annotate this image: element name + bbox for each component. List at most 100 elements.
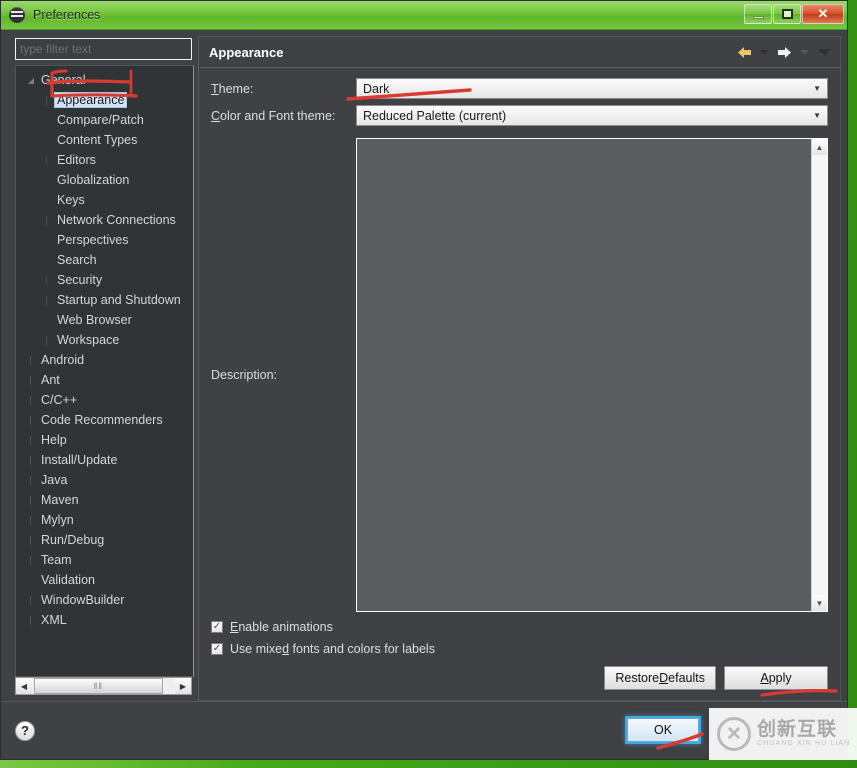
page-header: Appearance [198,36,841,68]
collapse-arrow-icon[interactable] [24,436,38,445]
scroll-up-icon[interactable]: ▲ [812,139,827,155]
window-controls: ✕ [744,4,844,24]
tree-item-run-debug[interactable]: Run/Debug [16,530,193,550]
collapse-arrow-icon[interactable] [24,616,38,625]
preferences-tree[interactable]: General Appearance Compare/Patch Content Ty… [15,65,194,677]
tree-item-label: Content Types [57,133,138,147]
tree-item-general[interactable]: General [16,70,193,90]
tree-item-xml[interactable]: XML [16,610,193,630]
collapse-arrow-icon[interactable] [40,336,54,345]
watermark-en: CHUANG XIN HU LIAN [757,740,851,748]
maximize-button[interactable] [773,4,801,24]
collapse-arrow-icon[interactable] [40,296,54,305]
window-titlebar[interactable]: Preferences ✕ [1,1,847,30]
collapse-arrow-icon[interactable] [40,216,54,225]
watermark: ✕ 创新互联 CHUANG XIN HU LIAN [709,708,857,760]
chevron-down-icon[interactable]: ▼ [813,111,821,120]
tree-item-security[interactable]: Security [16,270,193,290]
view-menu-icon[interactable] [814,42,834,62]
tree-item-workspace[interactable]: Workspace [16,330,193,350]
description-row: Description: ▲ ▼ [211,138,828,612]
tree-item-editors[interactable]: Editors [16,150,193,170]
tree-item-code-recommenders[interactable]: Code Recommenders [16,410,193,430]
collapse-arrow-icon[interactable] [24,476,38,485]
collapse-arrow-icon[interactable] [24,516,38,525]
filter-box[interactable] [15,38,192,60]
tree-item-startup-and-shutdown[interactable]: Startup and Shutdown [16,290,193,310]
help-icon[interactable]: ? [15,720,35,741]
forward-arrow-icon[interactable] [774,42,794,62]
tree-item-appearance[interactable]: Appearance [16,90,193,110]
tree-item-label: Java [41,473,68,487]
collapse-arrow-icon[interactable] [24,596,38,605]
apply-button[interactable]: Apply [724,666,828,690]
collapse-arrow-icon[interactable] [24,536,38,545]
tree-item-install-update[interactable]: Install/Update [16,450,193,470]
ok-button[interactable]: OK [627,718,699,742]
collapse-arrow-icon[interactable] [40,156,54,165]
collapse-arrow-icon[interactable] [24,396,38,405]
collapse-arrow-icon[interactable] [24,376,38,385]
tree-item-windowbuilder[interactable]: WindowBuilder [16,590,193,610]
tree-item-java[interactable]: Java [16,470,193,490]
checkbox-use-mixed-fonts[interactable]: ✓ Use mixed fonts and colors for labels [211,642,828,656]
tree-item-label: Security [57,273,103,287]
tree-item-label: Search [57,253,97,267]
checkbox-label: Use mixed fonts and colors for labels [230,642,435,656]
tree-item-label: Android [41,353,85,367]
tree-item-help[interactable]: Help [16,430,193,450]
expand-arrow-icon[interactable] [24,76,38,85]
description-text [357,139,811,611]
close-button[interactable]: ✕ [802,4,844,24]
scroll-down-icon[interactable]: ▼ [812,595,827,611]
back-dropdown-icon[interactable] [754,42,774,62]
restore-defaults-button[interactable]: Restore Defaults [604,666,716,690]
tree-item-search[interactable]: Search [16,250,193,270]
collapse-arrow-icon[interactable] [24,496,38,505]
dialog-body: General Appearance Compare/Patch Content Ty… [1,30,847,701]
collapse-arrow-icon[interactable] [40,276,54,285]
tree-item-keys[interactable]: Keys [16,190,193,210]
theme-select[interactable]: Dark ▼ [356,78,828,99]
vscroll-track[interactable] [812,155,827,595]
tree-item-globalization[interactable]: Globalization [16,170,193,190]
preference-page: Appearance Theme: Dark ▼ Color and Font … [198,36,841,701]
checkbox-icon[interactable]: ✓ [211,621,223,633]
minimize-button[interactable] [744,4,772,24]
search-input[interactable] [20,42,187,56]
collapse-arrow-icon[interactable] [40,96,54,105]
tree-item-team[interactable]: Team [16,550,193,570]
collapse-arrow-icon[interactable] [24,456,38,465]
tree-item-network-connections[interactable]: Network Connections [16,210,193,230]
tree-item-ant[interactable]: Ant [16,370,193,390]
tree-item-content-types[interactable]: Content Types [16,130,193,150]
tree-item-validation[interactable]: Validation [16,570,193,590]
collapse-arrow-icon[interactable] [24,556,38,565]
hscroll-thumb[interactable]: ‖‖ [34,678,163,694]
tree-item-web-browser[interactable]: Web Browser [16,310,193,330]
tree-item-compare-patch[interactable]: Compare/Patch [16,110,193,130]
tree-item-mylyn[interactable]: Mylyn [16,510,193,530]
tree-item-android[interactable]: Android [16,350,193,370]
tree-horizontal-scrollbar[interactable]: ◀ ‖‖ ▶ [15,677,192,695]
chevron-down-icon[interactable]: ▼ [813,84,821,93]
hscroll-track[interactable]: ‖‖ [32,678,175,694]
checkbox-label: Enable animations [230,620,333,634]
description-vertical-scrollbar[interactable]: ▲ ▼ [811,139,827,611]
page-title: Appearance [209,44,284,60]
scroll-left-icon[interactable]: ◀ [16,678,32,694]
checkbox-enable-animations[interactable]: ✓ Enable animations [211,620,828,634]
color-font-theme-select[interactable]: Reduced Palette (current) ▼ [356,105,828,126]
tree-item-label: Run/Debug [41,533,105,547]
tree-item-perspectives[interactable]: Perspectives [16,230,193,250]
collapse-arrow-icon[interactable] [24,356,38,365]
collapse-arrow-icon[interactable] [24,416,38,425]
tree-item-maven[interactable]: Maven [16,490,193,510]
color-font-theme-label: Color and Font theme: [211,108,336,123]
tree-item-c-c[interactable]: C/C++ [16,390,193,410]
page-content: Theme: Dark ▼ Color and Font theme: Redu… [198,68,841,701]
checkbox-icon[interactable]: ✓ [211,643,223,655]
scroll-right-icon[interactable]: ▶ [175,678,191,694]
back-arrow-icon[interactable] [734,42,754,62]
description-box[interactable]: ▲ ▼ [356,138,828,612]
